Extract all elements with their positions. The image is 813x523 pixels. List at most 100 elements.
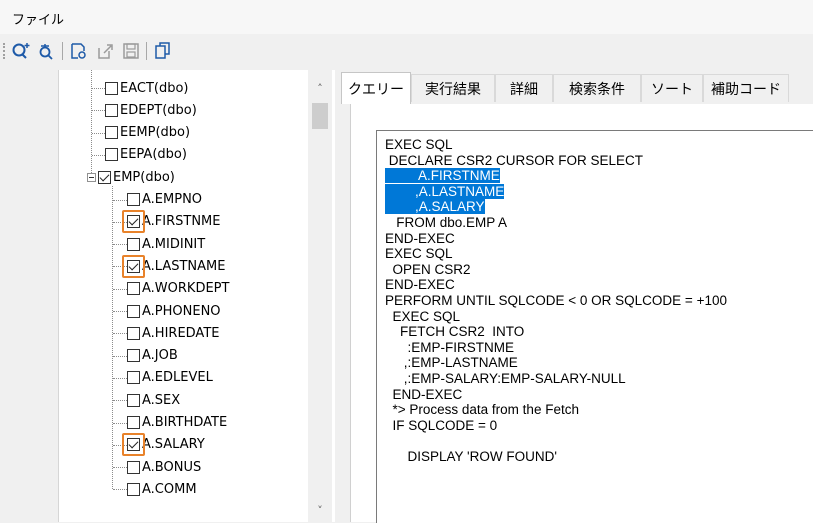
- tree-item-column[interactable]: A.MIDINIT: [127, 233, 205, 255]
- checkbox[interactable]: [127, 393, 140, 407]
- sql-line: ,:EMP-SALARY:EMP-SALARY-NULL: [385, 371, 626, 386]
- tree-item-label: A.MIDINIT: [142, 236, 206, 252]
- checkbox[interactable]: [127, 282, 140, 296]
- tree-item-column[interactable]: A.LASTNAME: [122, 254, 226, 278]
- tree-item-column[interactable]: A.BONUS: [127, 456, 201, 478]
- tab-2[interactable]: 詳細: [495, 74, 553, 102]
- checkbox[interactable]: [127, 326, 140, 340]
- sql-line: DISPLAY 'ROW FOUND': [385, 449, 557, 464]
- sql-line: END-EXEC: [385, 386, 463, 402]
- tree-connector: [113, 199, 127, 201]
- tree-item-column[interactable]: A.PHONENO: [127, 300, 221, 322]
- checkbox-wrapper: [127, 193, 140, 206]
- new-doc-icon[interactable]: [68, 40, 90, 62]
- checkbox-wrapper: [127, 237, 140, 251]
- tab-3[interactable]: 検索条件: [553, 74, 641, 102]
- tree-item-column[interactable]: A.SEX: [127, 389, 180, 411]
- tree-item-column[interactable]: A.EMPNO: [127, 189, 202, 211]
- checkbox[interactable]: [105, 148, 118, 162]
- toolbar-grip[interactable]: [3, 43, 7, 59]
- tree-scrollbar[interactable]: ˄ ˅: [308, 70, 332, 522]
- tree-item-column[interactable]: A.BIRTHDATE: [127, 412, 227, 434]
- tree-item-label: A.EDLEVEL: [142, 370, 213, 386]
- checkbox[interactable]: [105, 126, 118, 140]
- checkbox[interactable]: [127, 416, 140, 429]
- table-tree: EACT(dbo) EDEPT(dbo) EEMP(dbo) EEPA(dbo) EMP…: [58, 70, 335, 522]
- copy-icon[interactable]: [152, 40, 174, 62]
- tree-item-label: A.PHONENO: [142, 303, 221, 319]
- tree-item-label: A.EMPNO: [142, 192, 203, 207]
- query-run-icon[interactable]: [35, 40, 57, 62]
- tree-item-table[interactable]: EEPA(dbo): [105, 144, 187, 166]
- tree-item-label: A.SEX: [142, 392, 181, 408]
- sql-line: *> Process data from the Fetch: [385, 402, 579, 418]
- query-add-icon[interactable]: [10, 40, 32, 62]
- checkbox-wrapper: [105, 103, 118, 117]
- checkbox[interactable]: [105, 103, 118, 117]
- tree-connector: [113, 288, 127, 290]
- tree-item-column[interactable]: A.JOB: [127, 345, 178, 367]
- tree-item-label: A.FIRSTNME: [142, 214, 221, 230]
- selected-text: ,A.LASTNAME: [385, 183, 505, 199]
- tab-4[interactable]: ソート: [641, 74, 703, 102]
- tree-item-table[interactable]: EMP(dbo): [87, 166, 175, 188]
- sql-line: PERFORM UNTIL SQLCODE < 0 OR SQLCODE = +…: [385, 293, 727, 308]
- tree-item-label: EACT(dbo): [120, 80, 189, 96]
- tree-item-label: A.JOB: [142, 348, 178, 364]
- tree-item-column[interactable]: A.WORKDEPT: [127, 278, 229, 300]
- highlight-box: [122, 254, 145, 278]
- tab-5[interactable]: 補助コード: [703, 74, 789, 102]
- checkbox[interactable]: [127, 193, 140, 206]
- tree-item-table[interactable]: EACT(dbo): [105, 77, 189, 99]
- tree-item-table[interactable]: EEMP(dbo): [105, 122, 190, 144]
- tree-connector: [92, 110, 105, 112]
- tree-item-column[interactable]: A.FIRSTNME: [122, 210, 221, 234]
- sql-editor[interactable]: EXEC SQL DECLARE CSR2 CURSOR FOR SELECT …: [376, 130, 813, 523]
- highlight-box: [122, 433, 145, 457]
- scroll-down-icon[interactable]: ˅: [308, 500, 332, 520]
- tab-1[interactable]: 実行結果: [411, 74, 495, 102]
- sql-line: FROM dbo.EMP A: [385, 215, 508, 230]
- tree-item-label: EDEPT(dbo): [120, 102, 197, 118]
- checkbox-wrapper: [127, 349, 140, 363]
- checkbox[interactable]: [127, 237, 140, 251]
- selected-text: A.FIRSTNME: [385, 168, 500, 184]
- tree-connector: [113, 422, 127, 424]
- sql-line: END-EXEC: [385, 277, 455, 293]
- highlight-box: [122, 210, 145, 234]
- sql-line: OPEN CSR2: [385, 261, 471, 277]
- checkbox-wrapper: [98, 170, 111, 184]
- checkbox-wrapper: [105, 126, 118, 140]
- tree-item-table[interactable]: EDEPT(dbo): [105, 99, 197, 121]
- toolbar-separator: [146, 42, 147, 60]
- checkbox[interactable]: [105, 81, 118, 95]
- tree-item-label: EEMP(dbo): [120, 125, 191, 141]
- checkbox[interactable]: [127, 349, 140, 363]
- checkbox[interactable]: [127, 460, 140, 474]
- menu-file[interactable]: ファイル: [12, 9, 64, 28]
- scroll-thumb[interactable]: [312, 103, 328, 129]
- tree-item-column[interactable]: A.SALARY: [122, 433, 205, 457]
- sql-line: A.FIRSTNME: [385, 168, 500, 184]
- checkbox[interactable]: [127, 304, 140, 318]
- tree-connector: [92, 132, 105, 134]
- tree-item-label: EMP(dbo): [113, 169, 175, 185]
- menu-bar: ファイル: [0, 0, 813, 34]
- tree-item-column[interactable]: A.EDLEVEL: [127, 367, 213, 389]
- export-icon[interactable]: [94, 40, 116, 62]
- sql-line: DECLARE CSR2 CURSOR FOR SELECT: [385, 152, 644, 168]
- checkbox-checked[interactable]: [98, 170, 111, 184]
- save-icon[interactable]: [120, 40, 142, 62]
- tree-item-label: A.HIREDATE: [142, 325, 220, 341]
- tree-item-column[interactable]: A.COMM: [127, 478, 197, 500]
- checkbox[interactable]: [127, 371, 140, 385]
- tree-connector: [113, 377, 127, 379]
- checkbox[interactable]: [127, 482, 140, 496]
- sql-line: END-EXEC: [385, 230, 455, 246]
- collapse-icon[interactable]: [87, 172, 96, 182]
- tree-item-label: A.COMM: [142, 481, 197, 497]
- tree-item-column[interactable]: A.HIREDATE: [127, 322, 219, 344]
- tree-item-label: A.LASTNAME: [142, 258, 226, 274]
- scroll-up-icon[interactable]: ˄: [308, 78, 332, 98]
- tab-0[interactable]: クエリー: [341, 72, 411, 104]
